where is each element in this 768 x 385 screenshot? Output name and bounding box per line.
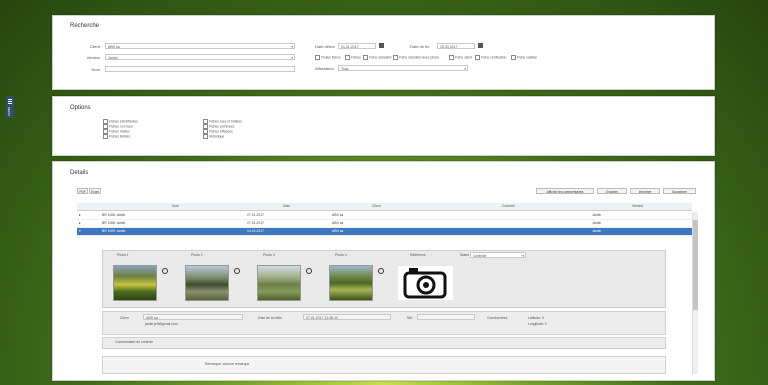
check-verification[interactable]: Fiche vérification [475, 55, 506, 60]
nbr-field[interactable] [417, 314, 475, 320]
export-button[interactable]: Exporter [597, 188, 627, 194]
status-select[interactable]: Tous ▾ [338, 65, 468, 71]
table-scrollbar[interactable] [692, 212, 698, 374]
photo-label: Photo 1 [117, 253, 129, 257]
option-item[interactable]: Historique [203, 134, 224, 139]
photo-thumbnail[interactable] [113, 265, 157, 301]
visit-date-label: Date de la visite [258, 316, 283, 320]
pdf-button[interactable]: PDF [77, 188, 88, 194]
table-row[interactable]: ▸ BR 1008 Jardin 27.01.2017 ABS sa Jardi… [77, 220, 692, 228]
date-from-label: Date début [315, 44, 335, 49]
reference-label: Référence [410, 253, 426, 257]
photo-thumbnail[interactable] [185, 265, 229, 301]
search-panel: Recherche Client ABS sa ▾ Version Jardin ▾… [52, 15, 715, 90]
expand-icon[interactable]: ▸ [79, 212, 81, 219]
photo-label: Photo 3 [263, 253, 275, 257]
chevron-down-icon: ▾ [464, 67, 466, 71]
details-title: Details [70, 170, 89, 176]
photo-thumbnail[interactable] [329, 265, 373, 301]
col-version[interactable]: Version [632, 203, 643, 210]
col-client[interactable]: Client [372, 203, 381, 210]
checkbox-icon [363, 55, 368, 60]
comment-bar [102, 337, 666, 349]
checkbox-icon [511, 55, 516, 60]
print-button[interactable]: Imprimer [630, 188, 660, 194]
rotate-icon[interactable] [306, 268, 312, 274]
delete-button[interactable]: Supprimer [663, 188, 696, 194]
check-validated[interactable]: Fiche validée [511, 55, 537, 60]
camera-icon[interactable] [398, 266, 453, 300]
latitude-value: Latitude: 0 [528, 316, 544, 320]
status-label: Affectation [315, 66, 334, 71]
chevron-down-icon: ▾ [291, 45, 293, 49]
check-standard[interactable]: Fiche standard [363, 55, 391, 60]
calendar-icon[interactable] [379, 43, 384, 48]
date-to-input[interactable]: 28.03.2017 [437, 43, 475, 49]
status-select[interactable]: Contrôlé ▾ [470, 252, 526, 258]
show-comments-button[interactable]: Afficher les commentaires [536, 188, 594, 194]
photo-thumbnail[interactable] [257, 265, 301, 301]
scrollbar-thumb[interactable] [693, 220, 698, 310]
calendar-icon[interactable] [478, 43, 483, 48]
check-all-sheets[interactable]: Toutes fiches [315, 55, 341, 60]
client-label: Client [120, 316, 129, 320]
excel-button[interactable]: Excel [89, 188, 101, 194]
date-to-label: Date de fin [410, 44, 430, 49]
check-sheets[interactable]: Fiches [345, 55, 361, 60]
checkbox-icon [345, 55, 350, 60]
status-label: Statut [460, 253, 469, 257]
rotate-icon[interactable] [234, 268, 240, 274]
date-from-input[interactable]: 01.01.2017 [338, 43, 376, 49]
name-input[interactable] [105, 66, 295, 72]
options-panel: Options Fiches identifiantes Fiches non … [52, 96, 715, 156]
col-date[interactable]: Date [283, 203, 290, 210]
check-standard-photo[interactable]: Fiche standard avec photo [393, 55, 439, 60]
checkbox-icon [103, 134, 108, 139]
checkbox-icon [449, 55, 454, 60]
side-menu-label: MENU [7, 107, 11, 116]
photo-label: Photo 2 [191, 253, 203, 257]
expand-icon[interactable]: ▸ [79, 220, 81, 227]
col-control[interactable]: Contrôle [502, 203, 515, 210]
name-label: Nom [91, 67, 100, 72]
collapse-icon[interactable]: ▾ [79, 228, 81, 235]
check-client[interactable]: Fiche client [449, 55, 472, 60]
col-name[interactable]: Nom [172, 203, 179, 210]
checkbox-icon [203, 134, 208, 139]
version-label: Version [86, 55, 100, 60]
comment-label: Commentaire du contrôle [115, 340, 154, 344]
table-header: Nom Date Client Contrôle Version [77, 203, 692, 211]
nbr-label: Nbr [407, 316, 413, 320]
options-title: Options [70, 105, 91, 111]
version-select[interactable]: Jardin ▾ [105, 54, 295, 60]
rotate-icon[interactable] [378, 268, 384, 274]
visit-date-field[interactable]: 27.01.2017 12:35:10 [303, 314, 391, 320]
chevron-down-icon: ▾ [291, 56, 293, 60]
remark-bar [102, 356, 666, 374]
checkbox-icon [315, 55, 320, 60]
checkbox-icon [393, 55, 398, 60]
table-row-selected[interactable]: ▾ BR 1009 Jardin 14.02.2017 ABS sa Jardi… [77, 228, 692, 236]
photo-label: Photo 4 [335, 253, 347, 257]
side-menu-tab[interactable]: MENU [6, 96, 14, 118]
client-label: Client [89, 44, 100, 49]
chevron-down-icon: ▾ [522, 254, 524, 258]
email-value: jardin.jeff@gmail.com [145, 322, 178, 326]
table-row[interactable]: ▸ BR 1006 Jardin 27.01.2017 ABS sa Jardi… [77, 212, 692, 220]
checkbox-icon [475, 55, 480, 60]
remark-text: Remarque: aucune remarque [205, 362, 250, 366]
coordinates-label: Coordonnées [487, 316, 508, 320]
menu-icon [8, 99, 12, 100]
client-select[interactable]: ABS sa ▾ [105, 43, 295, 49]
client-field[interactable]: ABS sa [143, 314, 243, 320]
longitude-value: Longitude: 0 [528, 322, 547, 326]
option-item[interactable]: Fiches lisibles [103, 134, 130, 139]
rotate-icon[interactable] [162, 268, 168, 274]
search-title: Recherche [70, 23, 100, 29]
